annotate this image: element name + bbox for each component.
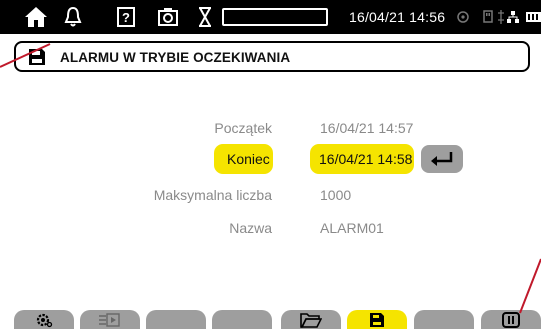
page-title: ALARMU W TRYBIE OCZEKIWANIA	[60, 50, 291, 65]
transfer-icon	[80, 310, 140, 329]
softkey-save[interactable]	[347, 310, 407, 329]
network-icon	[507, 3, 519, 31]
bell-icon[interactable]	[62, 3, 84, 31]
pause-icon	[481, 310, 541, 329]
max-count-label: Maksymalna liczba	[153, 187, 272, 203]
name-value[interactable]: ALARM01	[320, 220, 384, 236]
enter-icon	[429, 150, 455, 173]
hourglass-icon	[196, 3, 214, 31]
end-value-field[interactable]: 16/04/21 14:58	[310, 144, 414, 174]
end-label: Koniec	[227, 151, 270, 167]
progress-bar	[222, 8, 328, 26]
softkey-transfer[interactable]	[80, 310, 140, 329]
max-count-value[interactable]: 1000	[320, 187, 351, 203]
camera-icon[interactable]	[156, 3, 180, 31]
svg-text:?: ?	[122, 10, 130, 25]
softkey-empty-1[interactable]	[146, 310, 206, 329]
softkey-empty-3[interactable]	[414, 310, 474, 329]
folder-icon	[281, 310, 341, 329]
softkey-open[interactable]	[281, 310, 341, 329]
softkey-pause[interactable]	[481, 310, 541, 329]
end-label-field[interactable]: Koniec	[214, 144, 273, 174]
softkey-empty-2[interactable]	[212, 310, 272, 329]
home-icon[interactable]	[22, 3, 50, 31]
end-value: 16/04/21 14:58	[319, 151, 413, 167]
usb-icon	[482, 3, 494, 31]
target-icon	[456, 3, 470, 31]
name-label: Nazwa	[229, 220, 272, 236]
gear-icon	[14, 310, 74, 329]
plug-icon	[496, 3, 506, 31]
help-icon[interactable]: ?	[115, 3, 137, 31]
enter-button[interactable]	[421, 145, 463, 173]
save-icon	[347, 310, 407, 329]
battery-icon	[526, 3, 541, 31]
save-icon	[28, 48, 46, 71]
title-bar: ALARMU W TRYBIE OCZEKIWANIA	[14, 41, 530, 72]
start-value: 16/04/21 14:57	[320, 120, 414, 136]
softkey-settings[interactable]	[14, 310, 74, 329]
datetime: 16/04/21 14:56	[349, 9, 446, 25]
start-label: Początek	[214, 120, 272, 136]
status-bar: ? 16/04/21 14:56	[0, 0, 541, 34]
